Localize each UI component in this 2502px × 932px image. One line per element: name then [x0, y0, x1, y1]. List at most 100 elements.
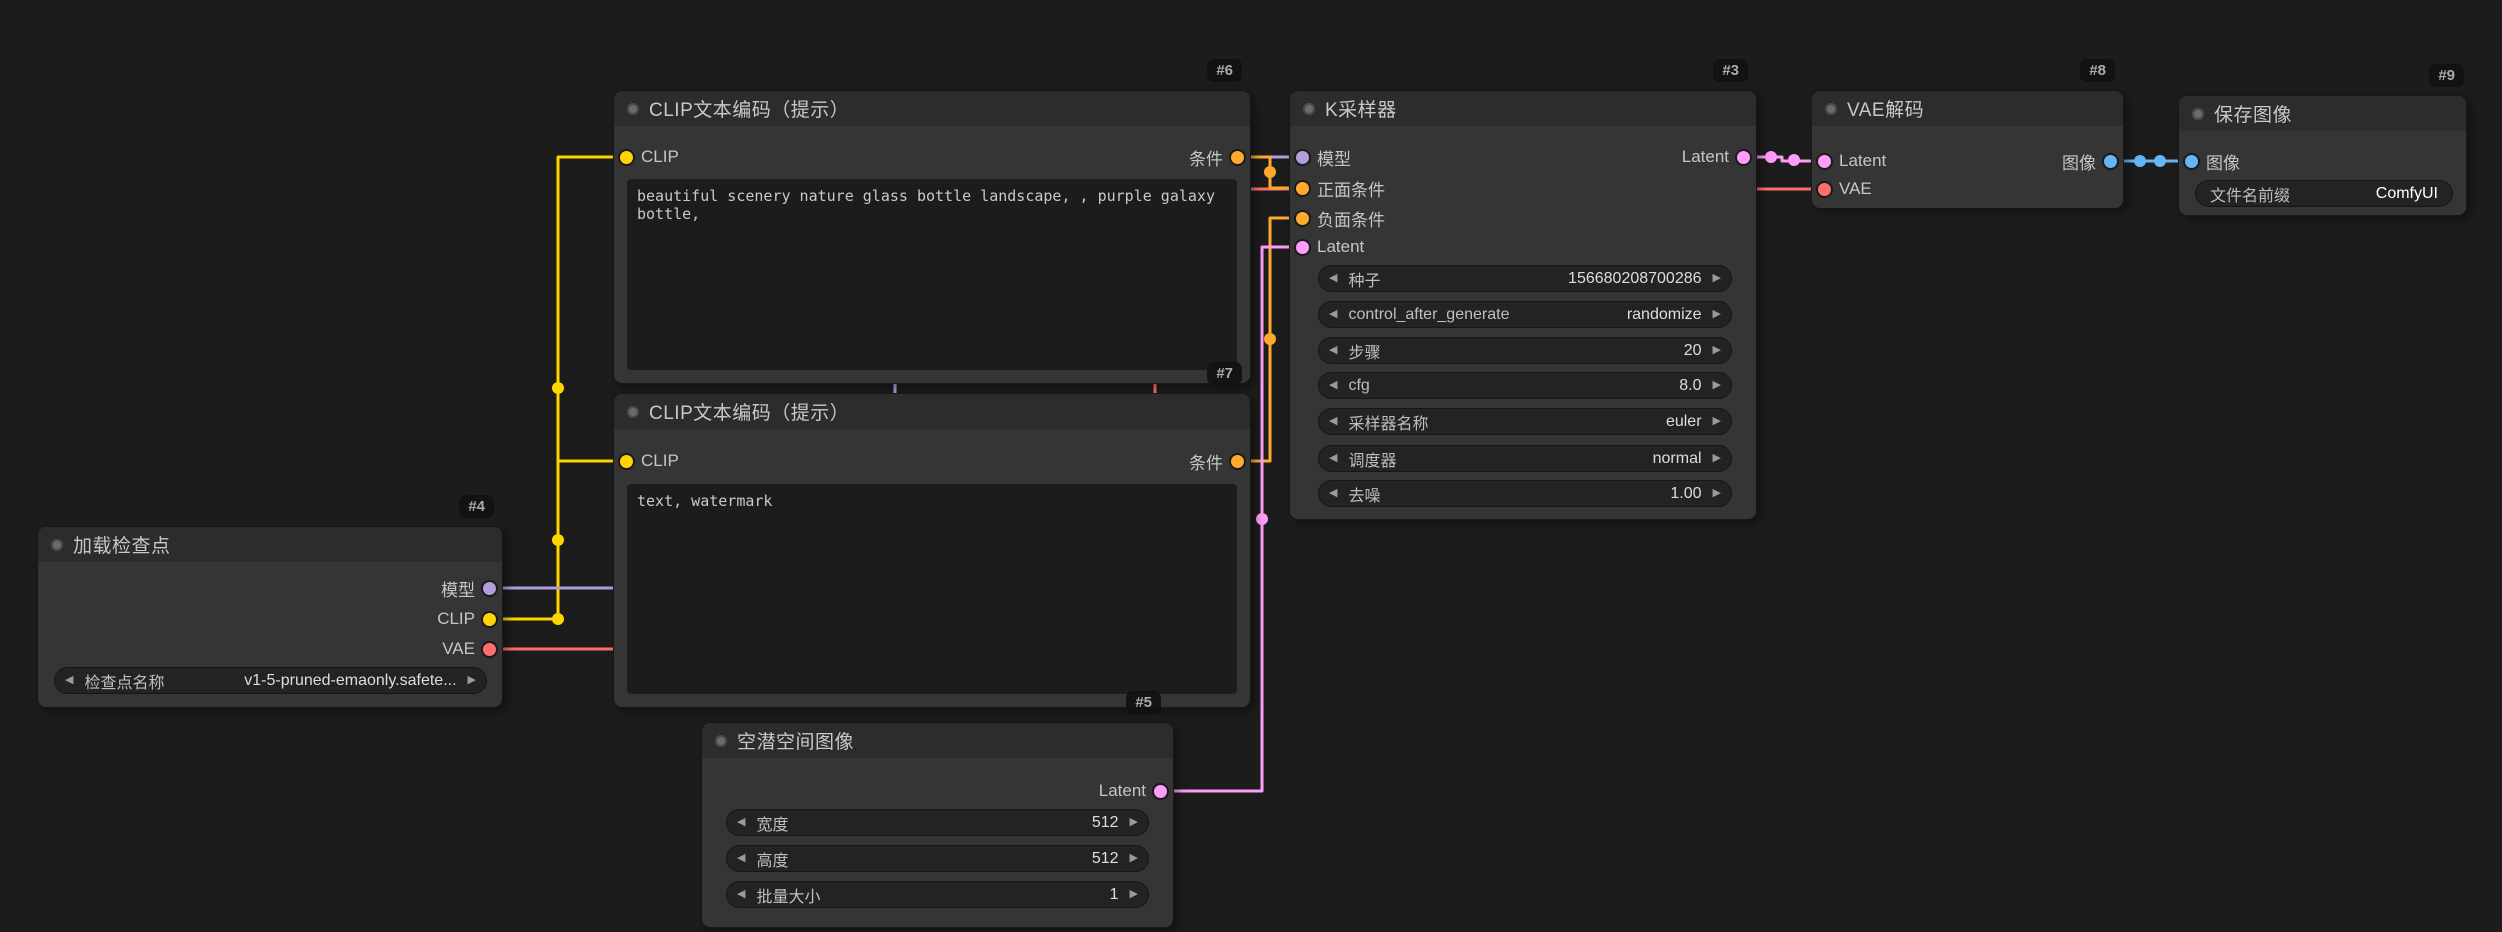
positive-prompt-textarea[interactable]: beautiful scenery nature glass bottle la…: [627, 179, 1237, 370]
increment-icon[interactable]: ▶: [1713, 380, 1721, 391]
collapse-dot-icon[interactable]: [627, 406, 639, 418]
output-slot-conditioning[interactable]: 条件: [1189, 449, 1244, 473]
collapse-dot-icon[interactable]: [715, 735, 727, 747]
widget-width[interactable]: ◀ 宽度 512 ▶: [726, 809, 1149, 836]
input-slot-clip[interactable]: CLIP: [620, 449, 679, 473]
increment-icon[interactable]: ▶: [1713, 345, 1721, 356]
output-slot-latent[interactable]: Latent: [1099, 779, 1167, 803]
node-title: VAE解码: [1847, 95, 1924, 122]
decrement-icon[interactable]: ◀: [1329, 273, 1337, 284]
node-empty-latent-image[interactable]: #5 空潜空间图像 Latent ◀ 宽度 512 ▶ ◀ 高度 512 ▶ ◀…: [702, 723, 1173, 927]
node-id-badge: #5: [1126, 691, 1161, 714]
decrement-icon[interactable]: ◀: [1329, 488, 1337, 499]
prev-option-icon[interactable]: ◀: [65, 675, 73, 686]
conditioning-port-icon[interactable]: [1231, 151, 1244, 164]
node-clip-text-encode-positive[interactable]: #6 CLIP文本编码（提示） CLIP 条件 beautiful scener…: [614, 91, 1250, 383]
node-titlebar[interactable]: 加载检查点: [38, 527, 502, 562]
conditioning-port-icon[interactable]: [1296, 212, 1309, 225]
widget-control-after-generate[interactable]: ◀ control_after_generate randomize ▶: [1318, 301, 1732, 328]
input-slot-clip[interactable]: CLIP: [620, 145, 679, 169]
node-graph-canvas[interactable]: #4 加载检查点 模型 CLIP VAE ◀ 检查点名称 v1-5-pruned…: [0, 0, 2502, 932]
node-titlebar[interactable]: VAE解码: [1812, 91, 2123, 126]
latent-port-icon[interactable]: [1818, 155, 1831, 168]
clip-port-icon[interactable]: [620, 455, 633, 468]
slot-label: Latent: [1099, 781, 1146, 801]
widget-steps[interactable]: ◀ 步骤 20 ▶: [1318, 337, 1732, 364]
input-slot-vae[interactable]: VAE: [1818, 177, 1872, 201]
collapse-dot-icon[interactable]: [627, 103, 639, 115]
widget-height[interactable]: ◀ 高度 512 ▶: [726, 845, 1149, 872]
negative-prompt-textarea[interactable]: text, watermark: [627, 484, 1237, 694]
next-option-icon[interactable]: ▶: [468, 675, 476, 686]
output-slot-model[interactable]: 模型: [441, 576, 496, 600]
next-option-icon[interactable]: ▶: [1713, 453, 1721, 464]
conditioning-port-icon[interactable]: [1296, 182, 1309, 195]
widget-denoise[interactable]: ◀ 去噪 1.00 ▶: [1318, 480, 1732, 507]
latent-port-icon[interactable]: [1296, 241, 1309, 254]
input-slot-positive[interactable]: 正面条件: [1296, 176, 1385, 200]
model-port-icon[interactable]: [1296, 151, 1309, 164]
node-titlebar[interactable]: 空潜空间图像: [702, 723, 1173, 758]
collapse-dot-icon[interactable]: [2192, 108, 2204, 120]
node-id-badge: #7: [1207, 362, 1242, 385]
input-slot-latent[interactable]: Latent: [1296, 235, 1364, 259]
node-save-image[interactable]: #9 保存图像 图像 文件名前缀 ComfyUI: [2179, 96, 2466, 215]
widget-filename-prefix[interactable]: 文件名前缀 ComfyUI: [2195, 180, 2453, 207]
input-slot-model[interactable]: 模型: [1296, 145, 1351, 169]
node-ksampler[interactable]: #3 K采样器 模型 正面条件 负面条件 Latent Latent ◀ 种子: [1290, 91, 1756, 519]
node-titlebar[interactable]: CLIP文本编码（提示）: [614, 91, 1250, 126]
latent-port-icon[interactable]: [1154, 785, 1167, 798]
prev-option-icon[interactable]: ◀: [1329, 453, 1337, 464]
collapse-dot-icon[interactable]: [1303, 103, 1315, 115]
node-titlebar[interactable]: CLIP文本编码（提示）: [614, 394, 1250, 429]
node-clip-text-encode-negative[interactable]: #7 CLIP文本编码（提示） CLIP 条件 text, watermark: [614, 394, 1250, 707]
increment-icon[interactable]: ▶: [1130, 853, 1138, 864]
output-slot-image[interactable]: 图像: [2062, 149, 2117, 173]
clip-port-icon[interactable]: [483, 613, 496, 626]
output-slot-vae[interactable]: VAE: [442, 637, 496, 661]
clip-port-icon[interactable]: [620, 151, 633, 164]
node-titlebar[interactable]: 保存图像: [2179, 96, 2466, 131]
increment-icon[interactable]: ▶: [1713, 273, 1721, 284]
conditioning-port-icon[interactable]: [1231, 455, 1244, 468]
collapse-dot-icon[interactable]: [51, 539, 63, 551]
next-option-icon[interactable]: ▶: [1713, 309, 1721, 320]
decrement-icon[interactable]: ◀: [737, 853, 745, 864]
widget-sampler-name[interactable]: ◀ 采样器名称 euler ▶: [1318, 408, 1732, 435]
prev-option-icon[interactable]: ◀: [1329, 416, 1337, 427]
slot-label: 条件: [1189, 145, 1223, 170]
decrement-icon[interactable]: ◀: [1329, 345, 1337, 356]
widget-checkpoint-name[interactable]: ◀ 检查点名称 v1-5-pruned-emaonly.safete... ▶: [54, 667, 487, 694]
decrement-icon[interactable]: ◀: [737, 889, 745, 900]
widget-cfg[interactable]: ◀ cfg 8.0 ▶: [1318, 372, 1732, 399]
slot-label: VAE: [442, 639, 475, 659]
widget-seed[interactable]: ◀ 种子 156680208700286 ▶: [1318, 265, 1732, 292]
node-vae-decode[interactable]: #8 VAE解码 Latent VAE 图像: [1812, 91, 2123, 208]
widget-value[interactable]: ComfyUI: [2376, 185, 2438, 203]
input-slot-image[interactable]: 图像: [2185, 149, 2240, 173]
image-port-icon[interactable]: [2185, 155, 2198, 168]
increment-icon[interactable]: ▶: [1130, 889, 1138, 900]
decrement-icon[interactable]: ◀: [737, 817, 745, 828]
vae-port-icon[interactable]: [1818, 183, 1831, 196]
widget-scheduler[interactable]: ◀ 调度器 normal ▶: [1318, 445, 1732, 472]
input-slot-negative[interactable]: 负面条件: [1296, 206, 1385, 230]
prev-option-icon[interactable]: ◀: [1329, 309, 1337, 320]
output-slot-latent[interactable]: Latent: [1682, 145, 1750, 169]
collapse-dot-icon[interactable]: [1825, 103, 1837, 115]
decrement-icon[interactable]: ◀: [1329, 380, 1337, 391]
increment-icon[interactable]: ▶: [1713, 488, 1721, 499]
model-port-icon[interactable]: [483, 582, 496, 595]
latent-port-icon[interactable]: [1737, 151, 1750, 164]
next-option-icon[interactable]: ▶: [1713, 416, 1721, 427]
node-titlebar[interactable]: K采样器: [1290, 91, 1756, 126]
output-slot-clip[interactable]: CLIP: [437, 607, 496, 631]
input-slot-latent[interactable]: Latent: [1818, 149, 1886, 173]
node-load-checkpoint[interactable]: #4 加载检查点 模型 CLIP VAE ◀ 检查点名称 v1-5-pruned…: [38, 527, 502, 707]
widget-batch-size[interactable]: ◀ 批量大小 1 ▶: [726, 881, 1149, 908]
widget-label: 文件名前缀: [2210, 182, 2290, 206]
image-port-icon[interactable]: [2104, 155, 2117, 168]
vae-port-icon[interactable]: [483, 643, 496, 656]
increment-icon[interactable]: ▶: [1130, 817, 1138, 828]
output-slot-conditioning[interactable]: 条件: [1189, 145, 1244, 169]
